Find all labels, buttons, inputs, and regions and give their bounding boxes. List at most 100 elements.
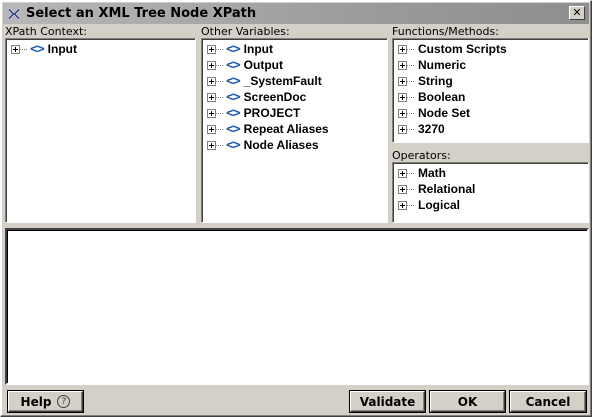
expand-icon[interactable] bbox=[398, 76, 407, 86]
tree-connector bbox=[216, 96, 224, 98]
tree-connector bbox=[216, 64, 224, 66]
close-button[interactable]: ✕ bbox=[569, 6, 585, 20]
xml-node-icon: <> bbox=[226, 121, 241, 137]
cancel-button-label: Cancel bbox=[525, 394, 571, 409]
expand-icon[interactable] bbox=[207, 140, 216, 150]
expand-icon[interactable] bbox=[398, 108, 407, 118]
other-variables-label: Other Variables: bbox=[201, 25, 290, 38]
tree-node-input[interactable]: <> Input bbox=[11, 41, 77, 57]
cancel-button[interactable]: Cancel bbox=[509, 390, 587, 413]
validate-button[interactable]: Validate bbox=[349, 390, 426, 413]
expand-icon[interactable] bbox=[398, 184, 407, 194]
xpath-expression-editor[interactable] bbox=[5, 228, 589, 385]
expand-icon[interactable] bbox=[207, 76, 216, 86]
tree-node-label: Input bbox=[47, 42, 77, 56]
tree-node-logical[interactable]: Logical bbox=[398, 197, 460, 213]
tree-connector bbox=[407, 80, 415, 82]
ok-button[interactable]: OK bbox=[429, 390, 506, 413]
expand-icon[interactable] bbox=[398, 44, 407, 54]
help-button-label: Help bbox=[20, 394, 52, 409]
expand-icon[interactable] bbox=[207, 60, 216, 70]
xml-node-icon: <> bbox=[226, 89, 241, 105]
tree-node-math[interactable]: Math bbox=[398, 165, 446, 181]
tree-node-repeat-aliases[interactable]: <> Repeat Aliases bbox=[207, 121, 329, 137]
tree-connector bbox=[216, 112, 224, 114]
tree-connector bbox=[216, 48, 224, 50]
tree-node-label: PROJECT bbox=[243, 106, 301, 120]
tree-node-boolean[interactable]: Boolean bbox=[398, 89, 465, 105]
tree-node-label: Relational bbox=[418, 182, 476, 196]
tree-node-label: Math bbox=[418, 166, 446, 180]
tree-connector bbox=[407, 96, 415, 98]
tree-connector bbox=[407, 128, 415, 130]
tree-node-label: Input bbox=[243, 42, 273, 56]
tree-node-project[interactable]: <> PROJECT bbox=[207, 105, 300, 121]
tree-connector bbox=[407, 48, 415, 50]
tree-node-numeric[interactable]: Numeric bbox=[398, 57, 466, 73]
expand-icon[interactable] bbox=[398, 200, 407, 210]
tree-node-label: Repeat Aliases bbox=[243, 122, 329, 136]
title-bar[interactable]: Select an XML Tree Node XPath ✕ bbox=[3, 3, 589, 24]
tree-node-label: Output bbox=[243, 58, 283, 72]
tree-connector bbox=[216, 80, 224, 82]
expand-icon[interactable] bbox=[398, 168, 407, 178]
tree-connector bbox=[407, 64, 415, 66]
tree-node-output[interactable]: <> Output bbox=[207, 57, 283, 73]
tree-connector bbox=[216, 144, 224, 146]
other-variables-tree[interactable]: <> Input <> Output <> _SystemFault <> Sc… bbox=[201, 38, 388, 223]
tree-connector bbox=[407, 172, 415, 174]
tree-node-label: Custom Scripts bbox=[418, 42, 507, 56]
expand-icon[interactable] bbox=[207, 92, 216, 102]
operators-tree[interactable]: Math Relational Logical bbox=[392, 162, 589, 223]
tree-node-string[interactable]: String bbox=[398, 73, 453, 89]
tree-node-node-set[interactable]: Node Set bbox=[398, 105, 470, 121]
tree-node-relational[interactable]: Relational bbox=[398, 181, 475, 197]
tree-connector bbox=[407, 112, 415, 114]
tree-node-label: Node Set bbox=[418, 106, 471, 120]
tree-node-screendoc[interactable]: <> ScreenDoc bbox=[207, 89, 306, 105]
help-icon: ? bbox=[57, 395, 71, 408]
xml-node-icon: <> bbox=[226, 73, 241, 89]
expand-icon[interactable] bbox=[398, 92, 407, 102]
tree-node-label: ScreenDoc bbox=[243, 90, 307, 104]
xml-node-icon: <> bbox=[226, 105, 241, 121]
tree-node-label: Numeric bbox=[418, 58, 467, 72]
tree-node-label: 3270 bbox=[418, 122, 445, 136]
expand-icon[interactable] bbox=[11, 44, 20, 54]
tree-node-custom-scripts[interactable]: Custom Scripts bbox=[398, 41, 507, 57]
tree-node-input[interactable]: <> Input bbox=[207, 41, 273, 57]
window-title: Select an XML Tree Node XPath bbox=[26, 6, 257, 21]
tree-node-label: Node Aliases bbox=[243, 138, 319, 152]
xpath-context-label: XPath Context: bbox=[5, 25, 87, 38]
tree-node-systemfault[interactable]: <> _SystemFault bbox=[207, 73, 322, 89]
xml-node-icon: <> bbox=[226, 41, 241, 57]
operators-label: Operators: bbox=[392, 149, 451, 162]
tree-connector bbox=[407, 188, 415, 190]
ok-button-label: OK bbox=[457, 394, 478, 409]
functions-tree[interactable]: Custom Scripts Numeric String Boolean No… bbox=[392, 38, 589, 143]
expand-icon[interactable] bbox=[398, 124, 407, 134]
tree-connector bbox=[407, 204, 415, 206]
tree-connector bbox=[20, 48, 28, 50]
functions-label: Functions/Methods: bbox=[392, 25, 499, 38]
expand-icon[interactable] bbox=[207, 108, 216, 118]
tree-node-label: Logical bbox=[418, 198, 461, 212]
close-icon: ✕ bbox=[572, 6, 582, 19]
xml-node-icon: <> bbox=[30, 41, 45, 57]
help-button[interactable]: Help ? bbox=[7, 390, 84, 413]
expand-icon[interactable] bbox=[207, 124, 216, 134]
xml-node-icon: <> bbox=[226, 137, 241, 153]
expand-icon[interactable] bbox=[207, 44, 216, 54]
tree-connector bbox=[216, 128, 224, 130]
xpath-dialog: Select an XML Tree Node XPath ✕ XPath Co… bbox=[0, 0, 592, 417]
tree-node-label: Boolean bbox=[418, 90, 466, 104]
validate-button-label: Validate bbox=[359, 394, 416, 409]
tree-node-label: String bbox=[418, 74, 453, 88]
tree-node-node-aliases[interactable]: <> Node Aliases bbox=[207, 137, 319, 153]
expand-icon[interactable] bbox=[398, 60, 407, 70]
tree-node-3270[interactable]: 3270 bbox=[398, 121, 445, 137]
tree-node-label: _SystemFault bbox=[243, 74, 322, 88]
xpath-context-tree[interactable]: <> Input bbox=[5, 38, 196, 223]
app-logo-icon bbox=[6, 6, 22, 22]
xml-node-icon: <> bbox=[226, 57, 241, 73]
